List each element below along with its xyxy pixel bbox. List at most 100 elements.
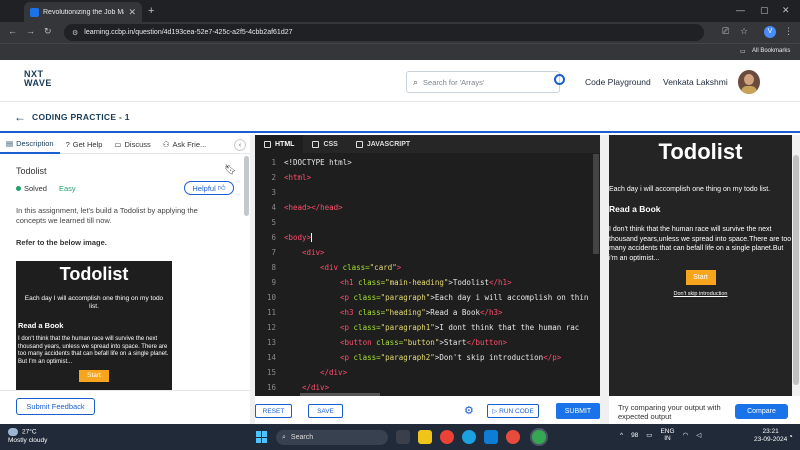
compare-button[interactable]: Compare: [735, 404, 788, 419]
date: 23-09-2024: [754, 436, 788, 443]
code-attr: class=: [358, 308, 386, 317]
cast-icon[interactable]: ⎚: [722, 26, 729, 37]
code-line[interactable]: <button class="button">Start</button>: [340, 338, 507, 347]
run-code-label: RUN CODE: [499, 407, 534, 415]
line-number: 8: [271, 263, 276, 272]
editor-footer: [255, 396, 600, 424]
run-code-button[interactable]: ▷ RUN CODE: [487, 404, 539, 418]
scrollbar-thumb[interactable]: [793, 155, 799, 385]
app-icon[interactable]: [506, 430, 520, 444]
notifications-icon[interactable]: ◔: [788, 432, 793, 441]
tab-html[interactable]: HTML: [255, 135, 304, 153]
code-line[interactable]: <div>: [302, 248, 325, 257]
search-placeholder: Search for 'Arrays': [423, 77, 485, 87]
language-indicator[interactable]: ENG IN: [660, 428, 674, 442]
address-bar[interactable]: ⚙ learning.ccbp.in/question/4d193cea-52e…: [64, 24, 704, 41]
edge-icon[interactable]: [462, 430, 476, 444]
maximize-icon[interactable]: ▢: [760, 5, 769, 16]
code-line[interactable]: <head></head>: [284, 203, 343, 212]
code-line[interactable]: <p class="paragraph1">I dont think that …: [340, 323, 579, 332]
store-icon[interactable]: [484, 430, 498, 444]
submit-feedback-button[interactable]: Submit Feedback: [16, 398, 95, 415]
wifi-icon[interactable]: ◠: [683, 431, 689, 439]
tab-get-help[interactable]: ? Get Help: [60, 136, 109, 154]
battery-icon[interactable]: ▭: [646, 431, 652, 439]
minimize-icon[interactable]: —: [736, 5, 745, 15]
save-button[interactable]: SAVE: [308, 404, 343, 418]
code-line[interactable]: <html>: [284, 173, 311, 182]
gear-icon[interactable]: ⚙: [464, 404, 474, 417]
code-line[interactable]: <h3 class="heading">Read a Book</h3>: [340, 308, 503, 317]
new-tab-icon[interactable]: +: [148, 5, 154, 17]
user-avatar[interactable]: [738, 70, 760, 94]
menu-dots-icon[interactable]: ⋮: [784, 26, 793, 37]
file-explorer-icon[interactable]: [418, 430, 432, 444]
close-tab-icon[interactable]: ✕: [128, 7, 136, 18]
bookmark-icon[interactable]: 🔖︎: [224, 165, 237, 176]
line-number: 15: [266, 368, 276, 377]
search-input[interactable]: ⌕ Search for 'Arrays': [406, 71, 560, 93]
panel-divider[interactable]: [600, 135, 609, 424]
code-text: <!DOCTYPE html>: [284, 158, 352, 167]
site-info-icon[interactable]: ⚙: [72, 29, 78, 37]
code-line[interactable]: <p class="paragraph">Each day i will acc…: [340, 293, 588, 302]
output-start-button[interactable]: Start: [685, 270, 716, 285]
user-name[interactable]: Venkata Lakshmi: [663, 77, 728, 87]
all-bookmarks[interactable]: All Bookmarks: [752, 48, 790, 54]
output-scrollbar[interactable]: [792, 135, 800, 396]
chrome-active-icon[interactable]: [532, 430, 546, 444]
nxtwave-logo[interactable]: NXT WAVE: [24, 70, 52, 88]
code-line[interactable]: <div class="card">: [320, 263, 401, 272]
reload-icon[interactable]: ↻: [44, 26, 52, 37]
collapse-panel-button[interactable]: ‹: [234, 139, 246, 151]
left-panel-scrollbar[interactable]: [244, 156, 249, 216]
forward-arrow-icon[interactable]: →: [26, 26, 35, 36]
reset-button[interactable]: RESET: [255, 404, 292, 418]
volume-icon[interactable]: ◁: [696, 431, 701, 439]
streak-icon[interactable]: [554, 74, 565, 85]
tab-html-label: HTML: [275, 140, 295, 148]
system-tray: ^ 98 ▭ ENG IN ◠ ◁: [620, 428, 701, 442]
editor-vertical-scrollbar[interactable]: [593, 154, 599, 254]
taskbar-search[interactable]: ⌕ Search: [276, 430, 388, 445]
back-arrow-icon[interactable]: ←: [8, 26, 17, 36]
chrome-icon[interactable]: [440, 430, 454, 444]
helpful-button[interactable]: Helpful 👍︎: [184, 181, 234, 195]
output-link[interactable]: Don't skip introduction: [609, 291, 792, 297]
lang-line2: IN: [664, 435, 671, 442]
star-icon[interactable]: ☆: [740, 26, 748, 37]
code-line[interactable]: <h1 class="main-heading">Todolist</h1>: [340, 278, 512, 287]
clock[interactable]: 23:21 23-09-2024: [754, 428, 787, 444]
code-playground-link[interactable]: Code Playground: [585, 77, 651, 87]
code-line[interactable]: <!DOCTYPE html>: [284, 158, 352, 167]
code-tag: <p: [340, 323, 354, 332]
code-text: <html>: [284, 173, 312, 182]
tab-ask-friends[interactable]: ⚇ Ask Frie...: [157, 136, 213, 154]
code-text: >Start: [439, 338, 467, 347]
tab-discuss[interactable]: ▭ Discuss: [108, 136, 156, 154]
windows-start-icon[interactable]: [256, 431, 268, 443]
tab-description[interactable]: ▤ Description: [0, 136, 60, 154]
weather-widget[interactable]: 27°C Mostly cloudy: [8, 428, 47, 445]
window-close-icon[interactable]: ✕: [782, 5, 790, 16]
code-tag: <h1: [340, 278, 359, 287]
question-description: In this assignment, let's build a Todoli…: [16, 206, 198, 225]
tab-css[interactable]: CSS: [303, 135, 346, 153]
browser-tab[interactable]: Revolutionizing the Job Market ✕: [24, 2, 142, 22]
code-line[interactable]: <p class="paragraph2">Don't skip introdu…: [340, 353, 561, 362]
logo-line2: WAVE: [24, 78, 52, 88]
back-arrow-icon[interactable]: ←: [14, 110, 26, 124]
task-view-icon[interactable]: [396, 430, 410, 444]
code-line[interactable]: </div>: [320, 368, 347, 377]
submit-button[interactable]: SUBMIT: [556, 403, 600, 419]
line-number: 10: [266, 293, 276, 302]
chevron-up-icon[interactable]: ^: [620, 432, 623, 439]
code-tag: <p: [340, 353, 354, 362]
code-line[interactable]: <body>: [284, 233, 317, 242]
preview-paragraph1: I don't think that the human race will s…: [18, 336, 169, 365]
tab-javascript[interactable]: JAVASCRIPT: [347, 135, 419, 153]
code-line[interactable]: </div>: [302, 383, 329, 392]
avatar-body: [741, 86, 757, 94]
difficulty-badge: Easy: [59, 184, 76, 193]
profile-avatar[interactable]: V: [764, 26, 776, 38]
